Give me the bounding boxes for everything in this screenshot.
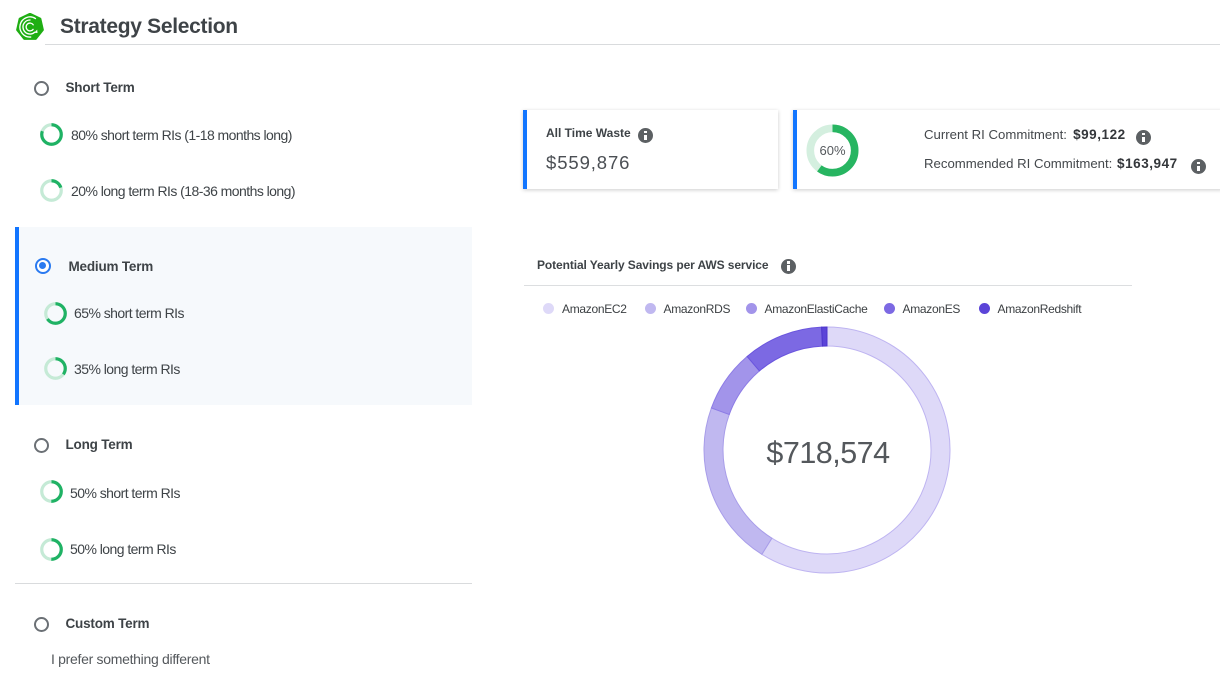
svg-text:60%: 60% xyxy=(819,143,845,158)
